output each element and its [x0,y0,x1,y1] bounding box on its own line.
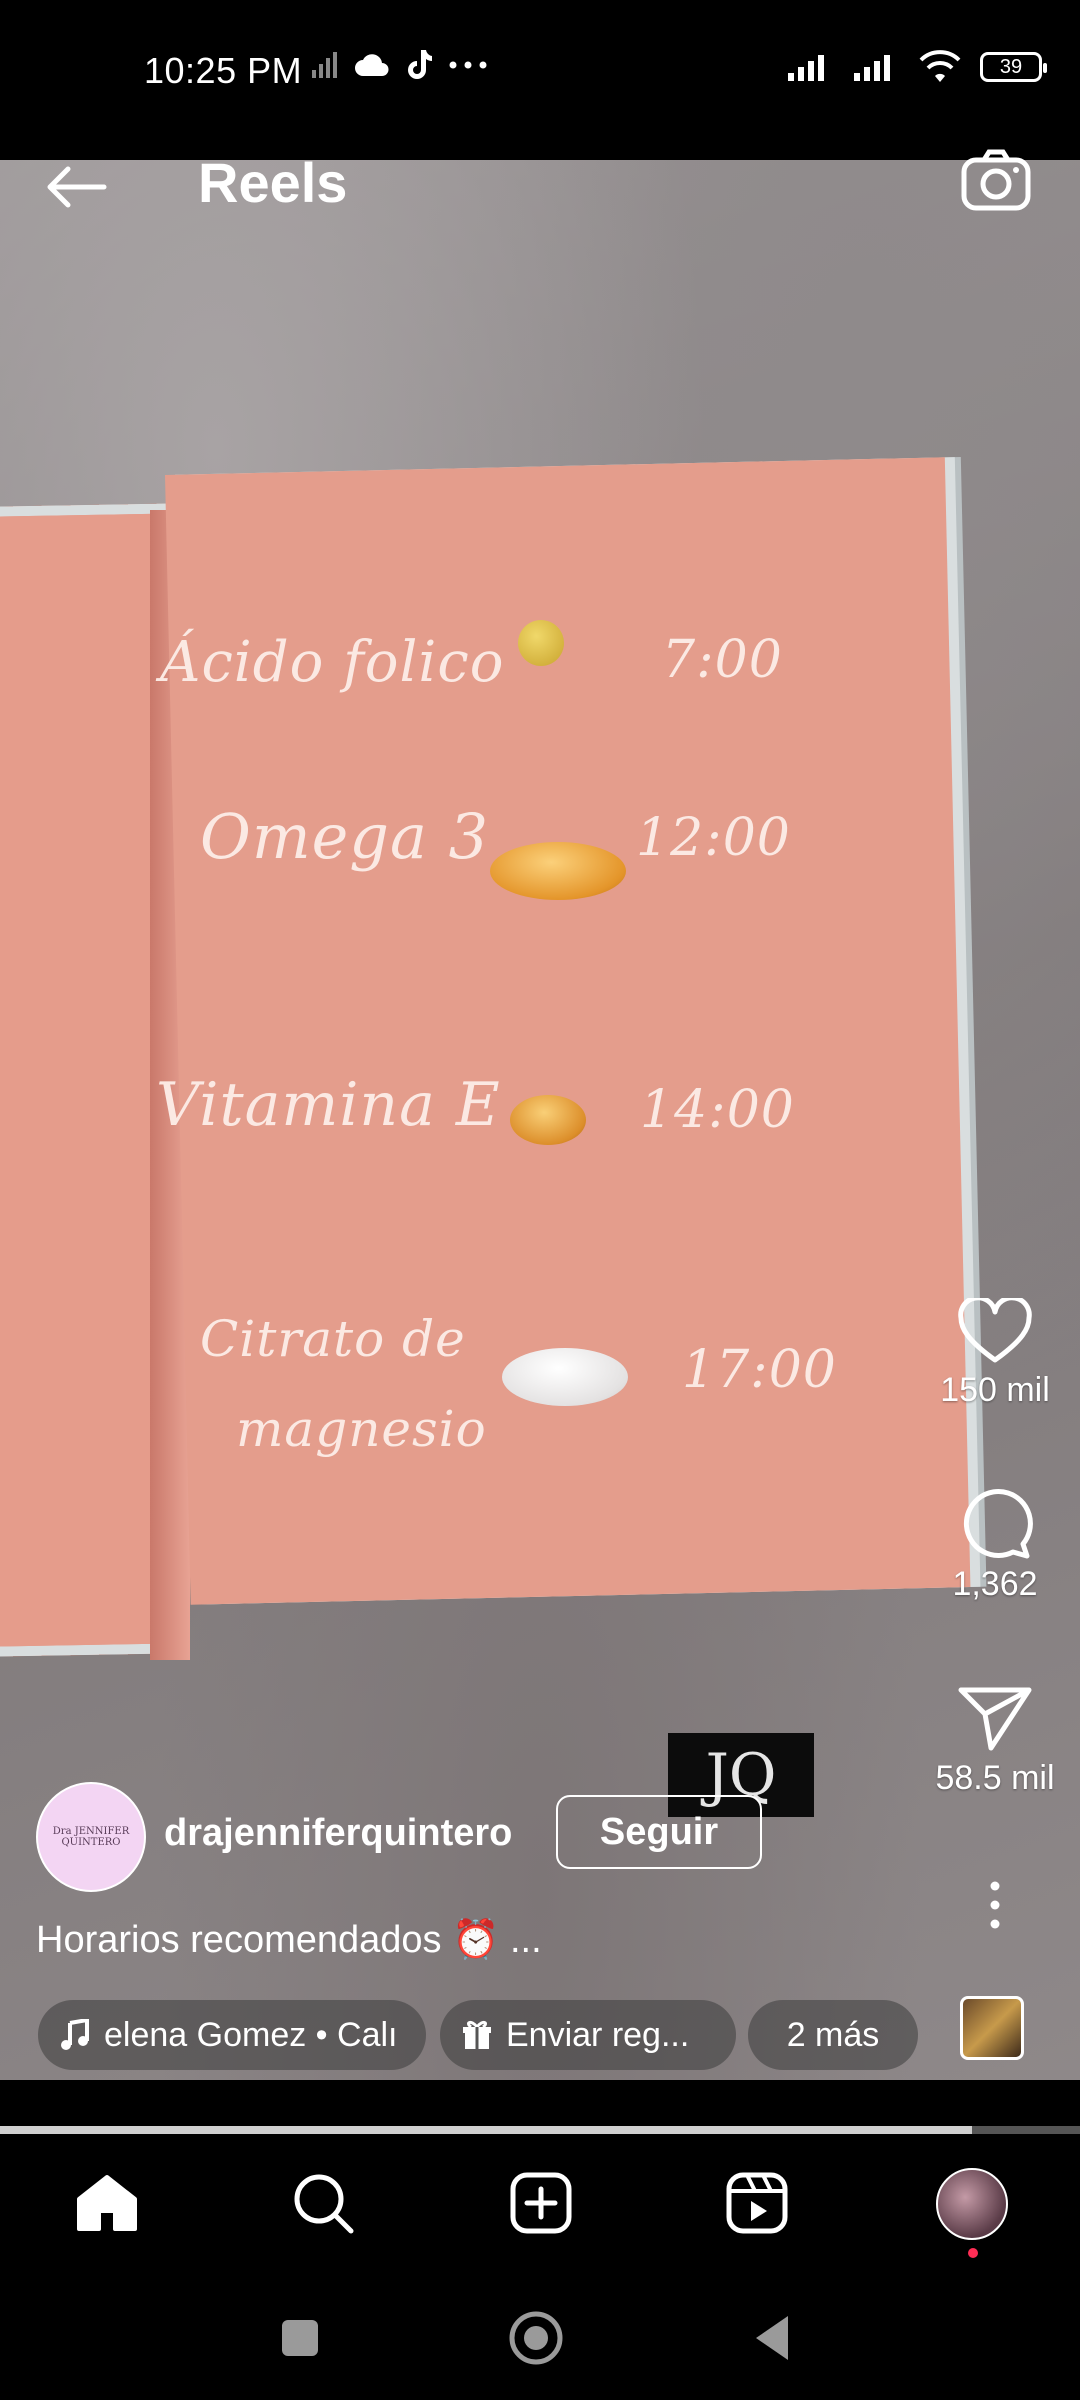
reels-icon[interactable] [725,2171,789,2235]
comment-count: 1,362 [952,1565,1038,1603]
battery-indicator: 39 [980,52,1047,82]
signal-icon-2 [854,55,890,81]
follow-button[interactable]: Seguir [556,1795,762,1869]
supplement-name-3: Vitamina E [156,1070,501,1140]
nav-create[interactable] [506,2168,576,2238]
playback-progress[interactable] [0,2126,1080,2134]
folic-acid-pill [518,620,564,666]
omega3-capsule [490,842,626,900]
page-title: Reels [198,151,348,214]
audio-thumbnail[interactable] [960,1996,1024,2060]
signal-off-icon [312,52,337,78]
more-chip[interactable]: 2 más [748,2000,918,2070]
music-note-icon [61,2019,89,2050]
supplement-name-4-line2: magnesio [236,1400,487,1458]
nav-profile-avatar[interactable] [936,2168,1008,2240]
music-chip-label: elena Gomez • Calı [104,2015,398,2054]
nav-reels[interactable] [722,2168,792,2238]
back-triangle-icon[interactable] [752,2314,792,2362]
comment-action[interactable]: 1,362 [925,1488,1065,1604]
status-icons-left [310,48,488,82]
supplement-time-4: 17:00 [682,1340,837,1400]
like-count: 150 mil [940,1371,1050,1409]
vitamin-e-capsule [510,1095,586,1145]
more-vertical-icon[interactable] [985,1880,1005,1930]
camera-icon[interactable] [960,148,1032,212]
gift-chip[interactable]: Enviar reg... [440,2000,736,2070]
supplement-time-1: 7:00 [662,630,783,690]
notification-dot [968,2248,978,2258]
more-dots-icon [449,61,487,69]
like-action[interactable]: 150 mil [925,1295,1065,1410]
search-icon[interactable] [291,2171,355,2235]
nav-search[interactable] [288,2168,358,2238]
nav-home[interactable] [72,2168,142,2238]
author-avatar[interactable]: Dra JENNIFER QUINTERO [36,1782,146,1892]
signal-icon [788,55,824,81]
add-post-icon[interactable] [509,2171,573,2235]
magnesium-tablet [502,1348,628,1406]
author-username[interactable]: drajenniferquintero [164,1812,512,1855]
send-icon[interactable] [957,1684,1033,1754]
clock: 10:25 PM [144,50,303,91]
home-circle-icon[interactable] [508,2310,564,2366]
gift-icon [463,2020,491,2049]
heart-icon[interactable] [957,1295,1033,1366]
playback-progress-fill [0,2126,972,2134]
music-chip[interactable]: elena Gomez • Calı [38,2000,426,2070]
supplement-name-4-line1: Citrato de [200,1310,466,1368]
status-icons-right: 39 [786,50,1047,84]
more-options-action[interactable] [925,1880,1065,1935]
reel-video[interactable]: Ácido folico 7:00 Omega 3 12:00 Vitamina… [0,160,1080,2080]
comment-icon[interactable] [957,1488,1033,1560]
supplement-time-3: 14:00 [640,1080,795,1140]
share-count: 58.5 mil [935,1759,1055,1797]
system-nav-bar [0,2274,1080,2400]
wifi-icon [919,50,961,82]
supplement-name-1: Ácido folico [160,630,505,695]
supplement-name-2: Omega 3 [200,800,490,873]
recents-icon[interactable] [280,2318,320,2358]
supplement-time-2: 12:00 [636,808,791,868]
status-bar: 10:25 PM 39 [0,0,1080,160]
gift-chip-label: Enviar reg... [506,2015,690,2054]
reel-caption[interactable]: Horarios recomendados ⏰ ... [36,1918,542,1962]
more-chip-label: 2 más [786,2015,880,2054]
cloud-icon [355,54,389,76]
share-action[interactable]: 58.5 mil [925,1684,1065,1798]
tiktok-icon [408,50,432,79]
back-arrow-icon[interactable] [42,162,112,212]
home-icon[interactable] [75,2173,139,2233]
